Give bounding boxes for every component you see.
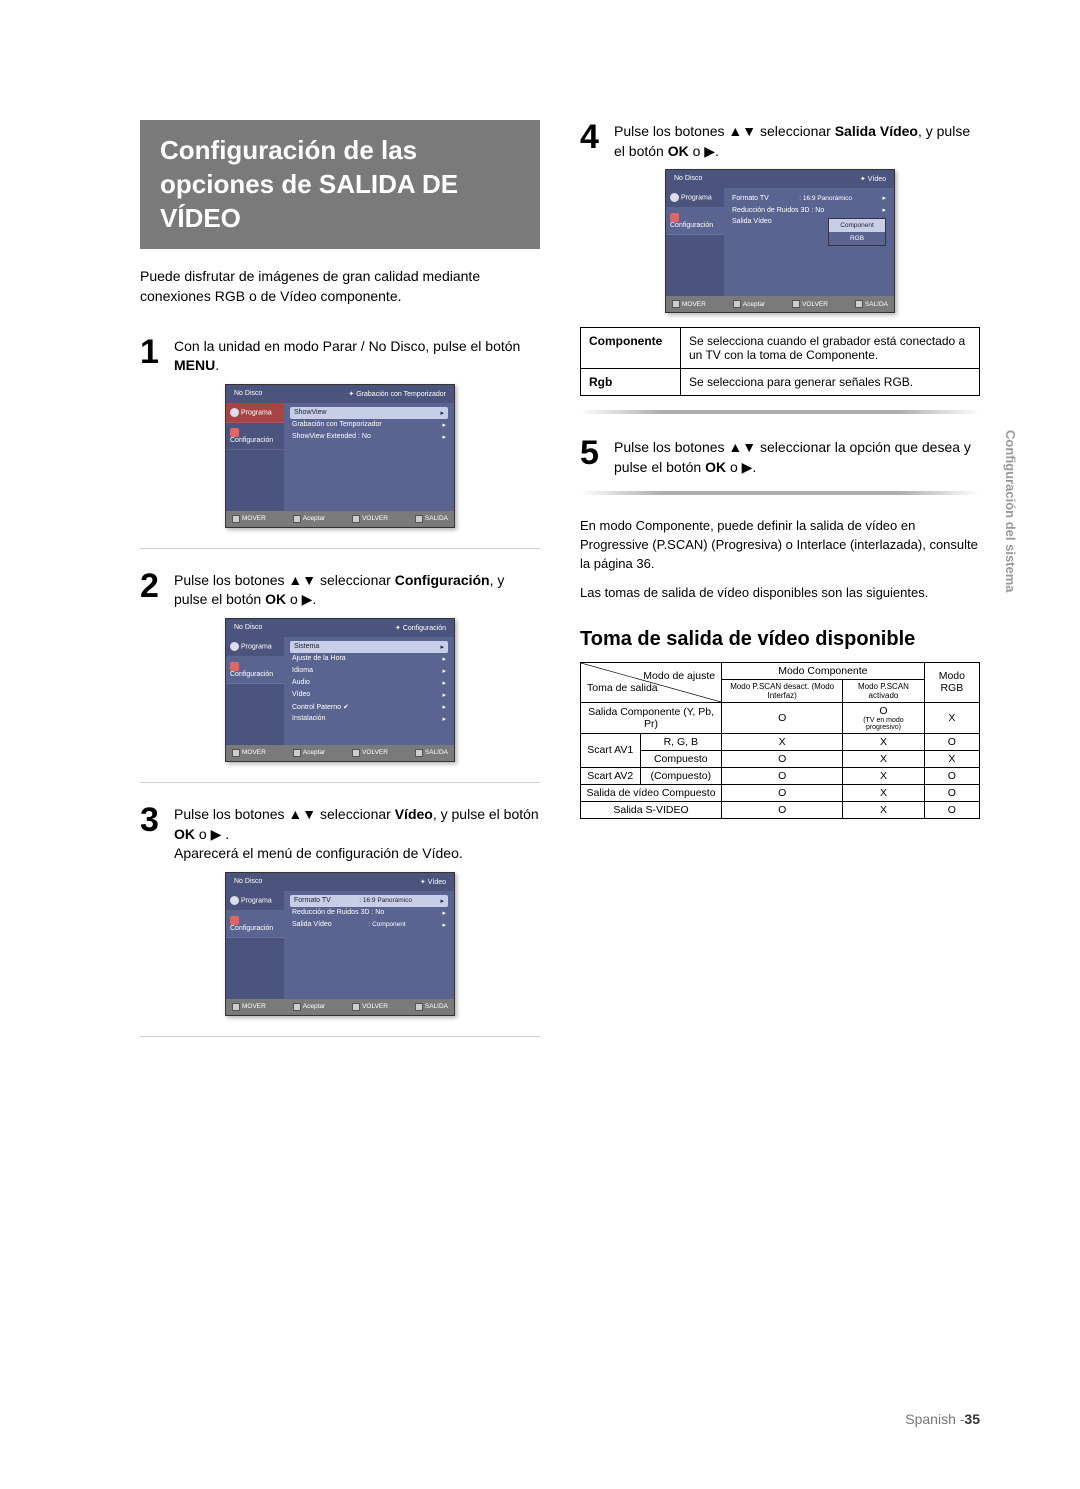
step-number: 2 — [140, 569, 168, 610]
left-column: Configuración de las opciones de SALIDA … — [140, 120, 540, 1429]
def-label: Componente — [581, 328, 681, 369]
definitions-table: Componente Se selecciona cuando el graba… — [580, 327, 980, 396]
step-3: 3 Pulse los botones ▲▼ seleccionar Vídeo… — [140, 803, 540, 864]
osd-nodisc: No Disco — [234, 390, 262, 398]
right-column: 4 Pulse los botones ▲▼ seleccionar Salid… — [580, 120, 980, 1429]
step-4: 4 Pulse los botones ▲▼ seleccionar Salid… — [580, 120, 980, 161]
side-section-label: Configuración del sistema — [1003, 430, 1018, 593]
osd-screenshot-3: No Disco ✦ Vídeo Programa Configuración … — [225, 872, 455, 1016]
osd-tab-programa: Programa — [226, 403, 284, 423]
paragraph-component: En modo Componente, puede definir la sal… — [580, 517, 980, 574]
def-text: Se selecciona para generar señales RGB. — [681, 369, 980, 396]
step-5: 5 Pulse los botones ▲▼ seleccionar la op… — [580, 436, 980, 477]
step-text: Pulse los botones ▲▼ seleccionar la opci… — [614, 436, 980, 477]
osd-screenshot-2: No Disco ✦ Configuración Programa Config… — [225, 618, 455, 762]
availability-table: Modo de ajuste Toma de salida Modo Compo… — [580, 662, 980, 819]
intro-text: Puede disfrutar de imágenes de gran cali… — [140, 267, 540, 306]
osd-crumb: ✦ Grabación con Temporizador — [348, 390, 446, 398]
osd-tab-config: Configuración — [226, 423, 284, 450]
osd-popup: Component RGB — [828, 218, 886, 246]
step-number: 3 — [140, 803, 168, 864]
step-2: 2 Pulse los botones ▲▼ seleccionar Confi… — [140, 569, 540, 610]
paragraph-outputs: Las tomas de salida de vídeo disponibles… — [580, 584, 980, 603]
step-text: Pulse los botones ▲▼ seleccionar Vídeo, … — [174, 803, 540, 864]
def-label: Rgb — [581, 369, 681, 396]
step-text: Pulse los botones ▲▼ seleccionar Salida … — [614, 120, 980, 161]
osd-screenshot-4: No Disco ✦ Vídeo Programa Configuración … — [665, 169, 895, 313]
section-title: Configuración de las opciones de SALIDA … — [140, 120, 540, 249]
step-text: Con la unidad en modo Parar / No Disco, … — [174, 335, 540, 376]
page-footer: Spanish -35 — [905, 1411, 980, 1427]
osd-menu-list: ShowView▸ Grabación con Temporizador▸ Sh… — [284, 403, 454, 511]
step-number: 4 — [580, 120, 608, 161]
osd-screenshot-1: No Disco ✦ Grabación con Temporizador Pr… — [225, 384, 455, 528]
page: Configuración de las opciones de SALIDA … — [140, 120, 980, 1429]
step-number: 1 — [140, 335, 168, 376]
step-1: 1 Con la unidad en modo Parar / No Disco… — [140, 335, 540, 376]
def-text: Se selecciona cuando el grabador está co… — [681, 328, 980, 369]
subheading: Toma de salida de vídeo disponible — [580, 627, 980, 652]
step-text: Pulse los botones ▲▼ seleccionar Configu… — [174, 569, 540, 610]
step-number: 5 — [580, 436, 608, 477]
